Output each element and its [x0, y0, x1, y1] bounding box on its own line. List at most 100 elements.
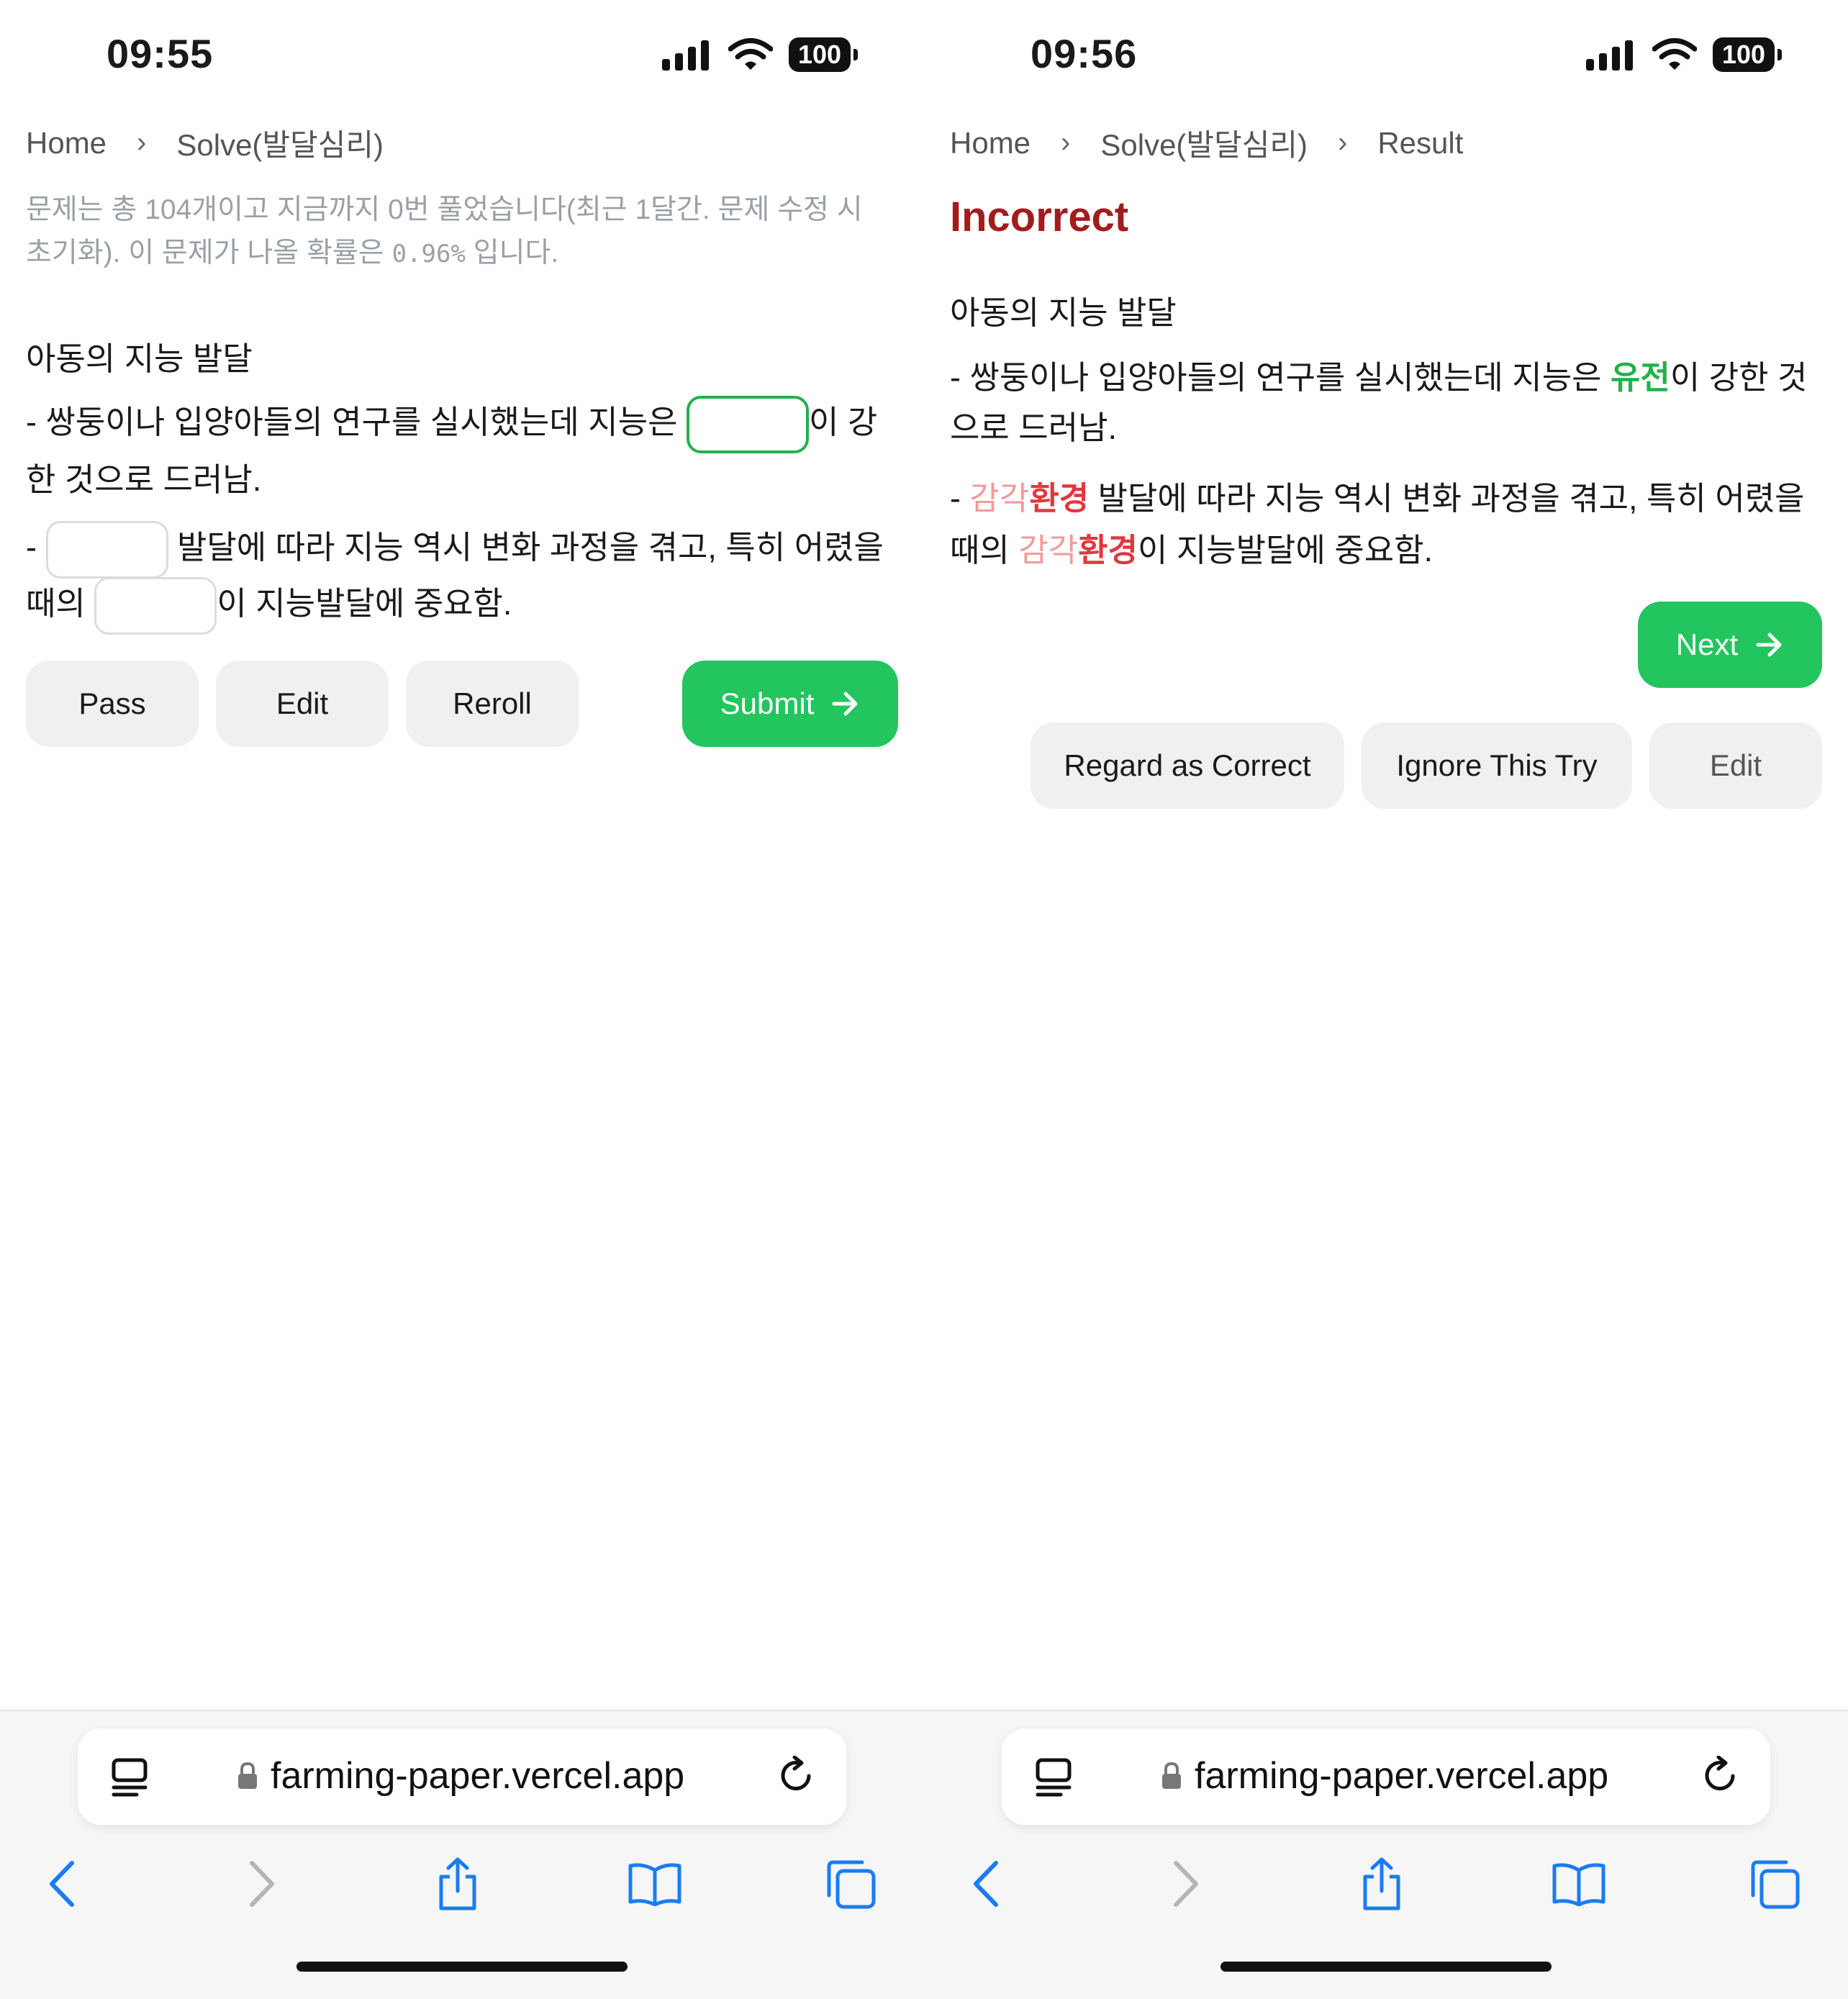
- back-icon: [974, 1861, 998, 1907]
- address-bar[interactable]: farming-paper.vercel.app: [1002, 1728, 1770, 1825]
- bookmarks-button[interactable]: [1543, 1848, 1615, 1920]
- reader-icon[interactable]: [111, 1757, 148, 1798]
- info-text: 초기화). 이 문제가 나올 확률은: [26, 237, 392, 268]
- status-time: 09:55: [107, 31, 214, 76]
- reload-icon[interactable]: [777, 1756, 817, 1798]
- question-text: -: [950, 480, 970, 517]
- breadcrumb-solve[interactable]: Solve(발달심리): [1100, 121, 1308, 165]
- back-button[interactable]: [950, 1848, 1022, 1920]
- edit-button-label: Edit: [1709, 748, 1762, 782]
- share-button[interactable]: [1346, 1848, 1418, 1920]
- arrow-right-icon: [832, 692, 858, 716]
- question-text: 때의: [26, 585, 95, 622]
- result-status: Incorrect: [950, 194, 1129, 240]
- status-icons: 100: [662, 35, 858, 75]
- bookmarks-icon: [1552, 1863, 1605, 1906]
- breadcrumb-home[interactable]: Home: [950, 126, 1031, 160]
- lock-icon: [238, 1762, 257, 1789]
- edit-button[interactable]: Edit: [1649, 722, 1822, 809]
- info-line-1: 문제는 총 104개이고 지금까지 0번 풀었습니다(최근 1달간. 문제 수정…: [26, 194, 863, 225]
- share-button[interactable]: [422, 1848, 494, 1920]
- breadcrumb-solve[interactable]: Solve(발달심리): [176, 121, 384, 165]
- question-text: -: [26, 529, 46, 566]
- result-screen: 09:56 100 Home › Solve(발달심리) › Result In…: [924, 0, 1848, 1999]
- share-icon: [1363, 1857, 1400, 1910]
- status-time: 09:56: [1031, 31, 1138, 76]
- url-display[interactable]: farming-paper.vercel.app: [237, 1754, 684, 1798]
- home-indicator: [1220, 1962, 1552, 1972]
- result-line-1: - 쌍둥이나 입양아들의 연구를 실시했는데 지능은 유전이 강한 것: [950, 350, 1828, 406]
- correct-answer: 유전: [1611, 359, 1670, 396]
- answer-blank-3[interactable]: [94, 577, 217, 635]
- result-line-4: 때의 감각환경이 지능발달에 중요함.: [950, 522, 1828, 579]
- next-button[interactable]: Next: [1638, 602, 1822, 688]
- expected-answer: 환경: [1029, 480, 1090, 517]
- problem-info: 문제는 총 104개이고 지금까지 0번 풀었습니다(최근 1달간. 문제 수정…: [26, 189, 889, 276]
- wrong-answer: 감각: [969, 480, 1030, 517]
- result-line-3: - 감각환경 발달에 따라 지능 역시 변화 과정을 겪고, 특히 어렸을: [950, 471, 1828, 527]
- answer-blank-2[interactable]: [45, 521, 168, 579]
- breadcrumb: Home › Solve(발달심리) › Result: [950, 121, 1463, 165]
- submit-button[interactable]: Submit: [682, 661, 898, 747]
- reroll-button[interactable]: Reroll: [406, 661, 579, 747]
- edit-button[interactable]: Edit: [216, 661, 389, 747]
- pass-button-label: Pass: [78, 686, 146, 720]
- ignore-try-button[interactable]: Ignore This Try: [1362, 722, 1632, 809]
- battery-icon: 100: [1713, 37, 1782, 72]
- share-icon: [439, 1857, 476, 1910]
- question-line-1: - 쌍둥이나 입양아들의 연구를 실시했는데 지능은 이 강: [26, 394, 904, 454]
- wifi-icon: [728, 38, 773, 70]
- status-icons: 100: [1586, 35, 1782, 75]
- answer-blank-1[interactable]: [687, 396, 810, 454]
- info-text-end: 입니다.: [465, 237, 559, 268]
- signal-icon: [1586, 40, 1633, 71]
- browser-toolbar: [0, 1848, 924, 1920]
- question-text: 발달에 따라 지능 역시 변화 과정을 겪고, 특히 어렸을: [1089, 480, 1805, 517]
- reader-icon[interactable]: [1035, 1757, 1072, 1798]
- url-text: farming-paper.vercel.app: [1195, 1755, 1609, 1797]
- question-line-4: 때의 이 지능발달에 중요함.: [26, 576, 904, 635]
- breadcrumb-home[interactable]: Home: [26, 126, 107, 160]
- forward-button[interactable]: [1150, 1848, 1222, 1920]
- url-text: farming-paper.vercel.app: [271, 1755, 685, 1797]
- reload-icon[interactable]: [1701, 1756, 1741, 1798]
- regard-correct-label: Regard as Correct: [1064, 748, 1311, 782]
- address-bar[interactable]: farming-paper.vercel.app: [78, 1728, 846, 1825]
- back-button[interactable]: [26, 1848, 98, 1920]
- result-line-2: 으로 드러남.: [950, 409, 1118, 446]
- signal-icon: [662, 40, 709, 71]
- info-line-2: 초기화). 이 문제가 나올 확률은 0.96% 입니다.: [26, 232, 889, 276]
- chevron-right-icon: ›: [1061, 127, 1071, 158]
- probability-value: 0.96%: [391, 240, 466, 268]
- next-button-label: Next: [1675, 627, 1739, 661]
- forward-icon: [250, 1861, 274, 1907]
- wrong-answer: 감각: [1018, 532, 1079, 568]
- browser-bottom-bar: farming-paper.vercel.app: [0, 1710, 924, 1999]
- regard-correct-button[interactable]: Regard as Correct: [1031, 722, 1344, 809]
- bookmarks-icon: [628, 1863, 681, 1906]
- forward-icon: [1174, 1861, 1198, 1907]
- bookmarks-button[interactable]: [619, 1848, 691, 1920]
- question-text: 이 지능발달에 중요함.: [1137, 532, 1433, 568]
- question-text: - 쌍둥이나 입양아들의 연구를 실시했는데 지능은: [26, 404, 687, 440]
- reroll-button-label: Reroll: [453, 686, 532, 720]
- question-line-2: 한 것으로 드러남.: [26, 461, 262, 498]
- tabs-button[interactable]: [1739, 1848, 1811, 1920]
- question-text: - 쌍둥이나 입양아들의 연구를 실시했는데 지능은: [950, 359, 1611, 396]
- forward-button[interactable]: [226, 1848, 298, 1920]
- breadcrumb: Home › Solve(발달심리): [26, 121, 384, 165]
- edit-button-label: Edit: [276, 686, 329, 720]
- tabs-button[interactable]: [815, 1848, 887, 1920]
- question-text: 이 지능발달에 중요함.: [217, 585, 512, 622]
- expected-answer: 환경: [1078, 532, 1138, 568]
- submit-button-label: Submit: [720, 686, 815, 720]
- browser-toolbar: [924, 1848, 1848, 1920]
- tabs-icon: [827, 1860, 876, 1909]
- question-text: 이 강: [809, 404, 878, 440]
- home-indicator: [296, 1962, 628, 1972]
- breadcrumb-result[interactable]: Result: [1377, 126, 1463, 160]
- question-title: 아동의 지능 발달: [950, 294, 1177, 331]
- question-text: 때의: [950, 532, 1019, 568]
- pass-button[interactable]: Pass: [26, 661, 199, 747]
- url-display[interactable]: farming-paper.vercel.app: [1161, 1754, 1608, 1798]
